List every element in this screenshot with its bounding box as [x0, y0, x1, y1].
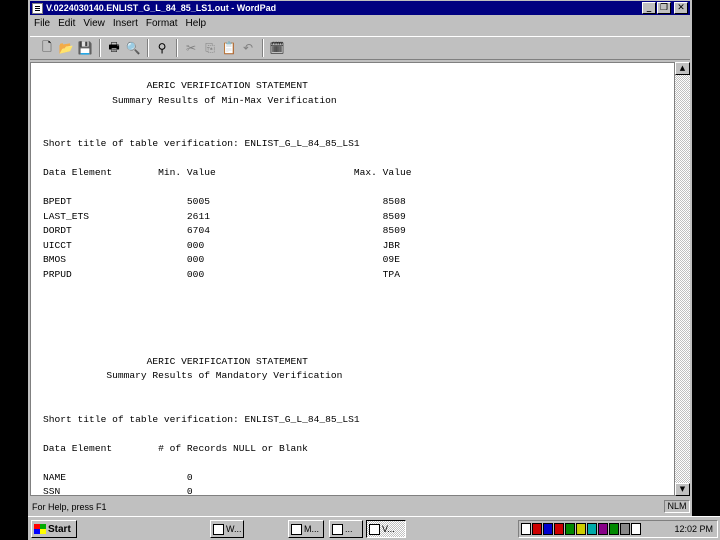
taskbar-button-m[interactable]: M...	[288, 520, 324, 538]
menu-format[interactable]: Format	[142, 17, 182, 33]
task-label: ...	[345, 524, 353, 534]
document-area[interactable]: AERIC VERIFICATION STATEMENT Summary Res…	[30, 62, 675, 496]
print-preview-icon[interactable]: 🔍	[124, 39, 142, 57]
toolbar-separator	[176, 39, 178, 57]
speaker-icon[interactable]	[631, 523, 641, 535]
tray-app-icon[interactable]	[521, 523, 531, 535]
start-button[interactable]: Start	[31, 520, 77, 538]
scroll-down-icon[interactable]: ▼	[675, 483, 690, 496]
date-time-icon[interactable]: 🗓	[268, 39, 286, 57]
taskbar: Start W... M... ... V... 12:02 PM	[28, 516, 720, 540]
undo-icon[interactable]: ↶	[239, 39, 257, 57]
menu-help[interactable]: Help	[182, 17, 211, 33]
status-help-text: For Help, press F1	[32, 501, 107, 512]
app-icon	[291, 523, 302, 535]
toolbar: 🗋 📂 💾 🖶 🔍 ⚲ ✂ ⎘ 📋 ↶ 🗓	[30, 36, 690, 60]
maximize-button[interactable]: ❐	[657, 2, 671, 14]
clock[interactable]: 12:02 PM	[674, 524, 713, 534]
toolbar-separator	[262, 39, 264, 57]
toolbar-separator	[99, 39, 101, 57]
menu-edit[interactable]: Edit	[54, 17, 79, 33]
vertical-scrollbar[interactable]: ▲ ▼	[675, 62, 690, 496]
tray-app-icon[interactable]	[598, 523, 608, 535]
windows-logo-icon	[34, 524, 46, 534]
find-icon[interactable]: ⚲	[153, 39, 171, 57]
open-icon[interactable]: 📂	[57, 39, 75, 57]
wordpad-icon	[369, 523, 380, 535]
wordpad-window: V.0224030140.ENLIST_G_L_84_85_LS1.out - …	[28, 0, 692, 516]
tray-app-icon[interactable]	[620, 523, 630, 535]
menu-bar: File Edit View Insert Format Help	[30, 17, 210, 33]
copy-icon[interactable]: ⎘	[201, 39, 219, 57]
print-icon[interactable]: 🖶	[105, 39, 123, 57]
taskbar-button-w[interactable]: W...	[210, 520, 244, 538]
save-icon[interactable]: 💾	[76, 39, 94, 57]
tray-app-icon[interactable]	[554, 523, 564, 535]
window-title: V.0224030140.ENLIST_G_L_84_85_LS1.out - …	[46, 3, 277, 13]
tray-app-icon[interactable]	[587, 523, 597, 535]
wordpad-document-icon[interactable]	[32, 2, 43, 14]
task-label: M...	[304, 524, 319, 534]
taskbar-button-other[interactable]: ...	[329, 520, 363, 538]
close-button[interactable]: ✕	[674, 2, 688, 14]
minimize-button[interactable]: _	[642, 2, 656, 14]
paste-icon[interactable]: 📋	[220, 39, 238, 57]
menu-insert[interactable]: Insert	[109, 17, 142, 33]
title-bar[interactable]: V.0224030140.ENLIST_G_L_84_85_LS1.out - …	[30, 1, 690, 15]
tray-app-icon[interactable]	[543, 523, 553, 535]
tray-app-icon[interactable]	[576, 523, 586, 535]
status-indicator: NLM	[664, 500, 690, 513]
task-label: W...	[226, 524, 242, 534]
app-icon	[332, 523, 343, 535]
menu-file[interactable]: File	[30, 17, 54, 33]
app-icon	[213, 523, 224, 535]
scroll-up-icon[interactable]: ▲	[675, 62, 690, 75]
system-tray: 12:02 PM	[518, 520, 718, 538]
task-label: V...	[382, 524, 395, 534]
tray-app-icon[interactable]	[565, 523, 575, 535]
start-label: Start	[48, 523, 71, 535]
new-icon[interactable]: 🗋	[38, 39, 56, 57]
document-text: AERIC VERIFICATION STATEMENT Summary Res…	[43, 80, 412, 496]
toolbar-separator	[147, 39, 149, 57]
taskbar-button-wordpad[interactable]: V...	[366, 520, 406, 538]
cut-icon[interactable]: ✂	[182, 39, 200, 57]
tray-app-icon[interactable]	[532, 523, 542, 535]
tray-app-icon[interactable]	[609, 523, 619, 535]
menu-view[interactable]: View	[79, 17, 109, 33]
status-bar: For Help, press F1 NLM	[30, 499, 690, 514]
